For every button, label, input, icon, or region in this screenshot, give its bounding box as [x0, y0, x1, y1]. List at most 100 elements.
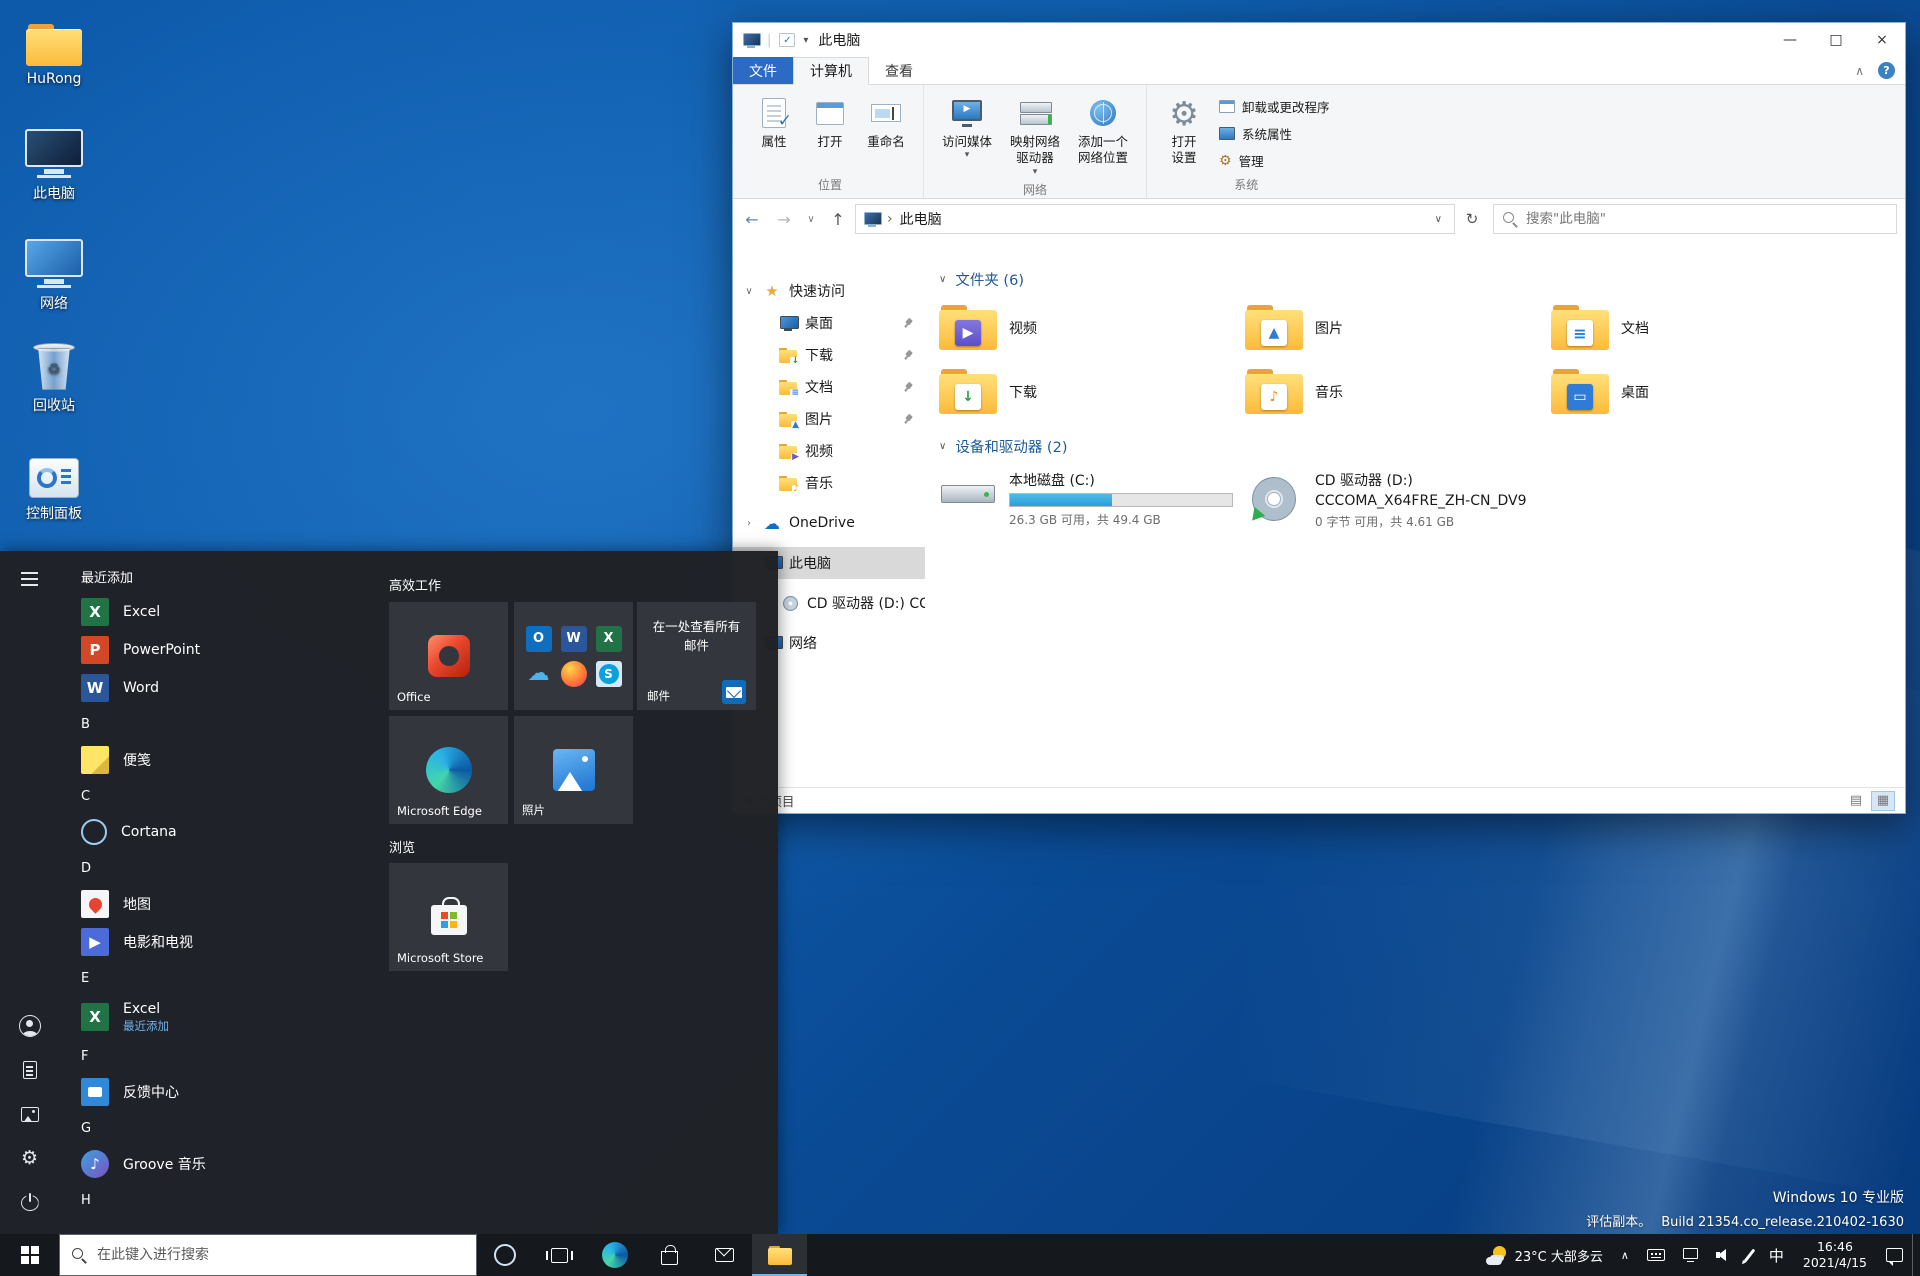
devices-section-header[interactable]: ∨ 设备和驱动器 (2): [939, 436, 1905, 457]
drive-d-item[interactable]: CD 驱动器 (D:) CCCOMA_X64FRE_ZH-CN_DV9 0 字节…: [1245, 467, 1551, 530]
tile-photos[interactable]: 照片: [514, 716, 633, 824]
app-cortana[interactable]: Cortana: [69, 813, 389, 851]
nav-desktop[interactable]: 桌面: [733, 307, 925, 339]
start-button[interactable]: [0, 1234, 59, 1276]
folder-item-downloads[interactable]: ↓ 下载: [939, 364, 1245, 420]
nav-pictures[interactable]: ▲ 图片: [733, 403, 925, 435]
collapse-ribbon-icon[interactable]: ∧: [1855, 64, 1864, 78]
app-excel-recent[interactable]: X Excel 最近添加: [69, 995, 389, 1039]
breadcrumb[interactable]: 此电脑: [900, 209, 942, 229]
map-network-drive-button[interactable]: 映射网络 驱动器 ▾: [1002, 89, 1068, 179]
file-list[interactable]: ∨ 文件夹 (6) ▶ 视频 ▲ 图片 ≡ 文档 ↓ 下载 ♪ 音乐 ▭ 桌面 …: [925, 239, 1905, 787]
collapse-icon[interactable]: ∨: [939, 441, 946, 452]
explorer-titlebar[interactable]: | ✓ ▾ 此电脑 — □ ×: [733, 23, 1905, 57]
address-bar[interactable]: › 此电脑 ∨: [855, 204, 1455, 234]
cortana-button[interactable]: [477, 1234, 532, 1276]
folder-item-desktop[interactable]: ▭ 桌面: [1551, 364, 1857, 420]
expand-menu-button[interactable]: [0, 557, 59, 601]
folder-item-videos[interactable]: ▶ 视频: [939, 300, 1245, 356]
power-button[interactable]: [0, 1180, 59, 1224]
tile-edge[interactable]: Microsoft Edge: [389, 716, 508, 824]
desktop-icon-control-panel[interactable]: 控制面板: [8, 446, 100, 523]
action-center-button[interactable]: [1877, 1234, 1912, 1276]
volume-button[interactable]: [1707, 1234, 1739, 1276]
tile-group-explore[interactable]: 浏览: [389, 837, 415, 856]
maximize-button[interactable]: □: [1813, 23, 1859, 57]
tray-overflow-button[interactable]: ∧: [1612, 1234, 1638, 1276]
close-button[interactable]: ×: [1859, 23, 1905, 57]
system-properties-button[interactable]: 系统属性: [1213, 120, 1336, 147]
open-button[interactable]: 打开: [803, 89, 857, 152]
pictures-button[interactable]: [0, 1092, 59, 1136]
settings-button[interactable]: ⚙: [0, 1136, 59, 1180]
desktop-icon-hurong[interactable]: HuRong: [8, 14, 100, 87]
network-button[interactable]: [1674, 1234, 1707, 1276]
desktop-icon-network[interactable]: 网络: [8, 236, 100, 313]
back-button[interactable]: ←: [737, 204, 767, 234]
help-icon[interactable]: ?: [1878, 62, 1895, 79]
app-movies-tv[interactable]: ▶ 电影和电视: [69, 923, 389, 961]
folder-item-documents[interactable]: ≡ 文档: [1551, 300, 1857, 356]
qat-properties-icon[interactable]: ✓: [779, 33, 796, 47]
letter-header-b[interactable]: B: [69, 707, 389, 741]
properties-button[interactable]: ✓ 属性: [747, 89, 801, 152]
pen-button[interactable]: [1739, 1234, 1760, 1276]
ribbon-tab-computer[interactable]: 计算机: [793, 57, 869, 85]
forward-button[interactable]: →: [769, 204, 799, 234]
tile-mail[interactable]: 在一处查看所有邮件 邮件: [637, 602, 756, 710]
letter-header-h[interactable]: H: [69, 1183, 389, 1217]
access-media-button[interactable]: ▶ 访问媒体 ▾: [934, 89, 1000, 162]
tile-store[interactable]: Microsoft Store: [389, 863, 508, 971]
app-excel[interactable]: X Excel: [69, 593, 389, 631]
touch-keyboard-button[interactable]: [1638, 1234, 1674, 1276]
nav-quick-access[interactable]: ∨ ★ 快速访问: [733, 275, 925, 307]
explorer-taskbar-button[interactable]: [752, 1234, 807, 1276]
taskbar-search-input[interactable]: [97, 1247, 464, 1263]
qat-customize-icon[interactable]: ▾: [803, 35, 808, 46]
letter-header-e[interactable]: E: [69, 961, 389, 995]
manage-button[interactable]: ⚙ 管理: [1213, 147, 1336, 174]
folders-section-header[interactable]: ∨ 文件夹 (6): [939, 269, 1905, 290]
expand-icon[interactable]: ∨: [743, 286, 755, 297]
folder-item-music[interactable]: ♪ 音乐: [1245, 364, 1551, 420]
tile-group-productivity[interactable]: 高效工作: [389, 575, 441, 594]
explorer-search-input[interactable]: [1526, 211, 1887, 227]
weather-widget[interactable]: 23°C 大部多云: [1477, 1234, 1612, 1276]
up-button[interactable]: ↑: [823, 204, 853, 234]
ime-button[interactable]: 中: [1760, 1234, 1793, 1276]
nav-music[interactable]: ♪ 音乐: [733, 467, 925, 499]
app-feedback-hub[interactable]: 反馈中心: [69, 1073, 389, 1111]
tile-mail-accounts[interactable]: O W X ☁ S: [514, 602, 633, 710]
app-sticky-notes[interactable]: 便笺: [69, 741, 389, 779]
recent-locations-icon[interactable]: ∨: [801, 204, 821, 234]
uninstall-button[interactable]: 卸载或更改程序: [1213, 93, 1336, 120]
clock[interactable]: 16:46 2021/4/15: [1793, 1234, 1877, 1276]
folder-item-pictures[interactable]: ▲ 图片: [1245, 300, 1551, 356]
task-view-button[interactable]: [532, 1234, 587, 1276]
nav-documents[interactable]: ≡ 文档: [733, 371, 925, 403]
mail-taskbar-button[interactable]: [697, 1234, 752, 1276]
user-account-button[interactable]: [0, 1004, 59, 1048]
address-dropdown-icon[interactable]: ∨: [1427, 214, 1450, 225]
letter-header-f[interactable]: F: [69, 1039, 389, 1073]
store-taskbar-button[interactable]: [642, 1234, 697, 1276]
app-powerpoint[interactable]: P PowerPoint: [69, 631, 389, 669]
desktop-icon-this-pc[interactable]: 此电脑: [8, 126, 100, 203]
details-view-button[interactable]: ▤: [1844, 791, 1868, 811]
letter-header-d[interactable]: D: [69, 851, 389, 885]
explorer-search[interactable]: [1493, 204, 1897, 234]
tile-office[interactable]: Office: [389, 602, 508, 710]
desktop-icon-recycle-bin[interactable]: ♻ 回收站: [8, 338, 100, 415]
ribbon-tab-file[interactable]: 文件: [733, 57, 793, 84]
drive-c-item[interactable]: 本地磁盘 (C:) 26.3 GB 可用，共 49.4 GB: [939, 467, 1245, 530]
collapse-icon[interactable]: ∨: [939, 274, 946, 285]
nav-videos[interactable]: ▶ 视频: [733, 435, 925, 467]
nav-onedrive[interactable]: › ☁ OneDrive: [733, 507, 925, 539]
large-icons-view-button[interactable]: ▦: [1871, 790, 1895, 811]
letter-header-c[interactable]: C: [69, 779, 389, 813]
documents-button[interactable]: [0, 1048, 59, 1092]
refresh-button[interactable]: ↻: [1457, 204, 1487, 234]
edge-taskbar-button[interactable]: [587, 1234, 642, 1276]
open-settings-button[interactable]: ⚙ 打开 设置: [1157, 89, 1211, 169]
taskbar-search[interactable]: [59, 1234, 477, 1276]
